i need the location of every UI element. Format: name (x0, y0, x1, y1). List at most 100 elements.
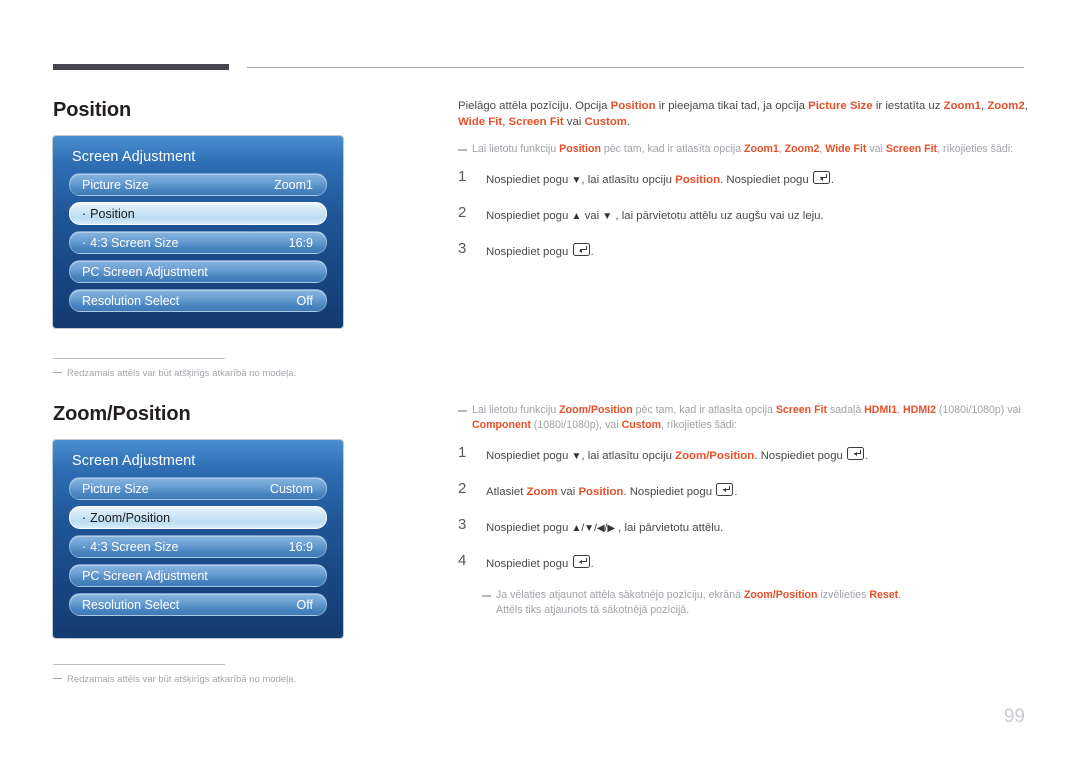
highlighted-term: Screen Fit (508, 115, 564, 128)
osd-row-value: Zoom1 (274, 177, 313, 192)
page-number: 99 (1003, 706, 1025, 727)
step-text: Atlasiet Zoom vai Position. Nospiediet p… (486, 483, 738, 498)
highlighted-term: Wide Fit (458, 115, 503, 128)
osd-row-pc-screen-adjustment[interactable]: PC Screen Adjustment (69, 564, 327, 587)
usage-note-text: Lai lietotu funkciju Zoom/Position pēc t… (472, 404, 1021, 431)
step-item: 1 Nospiediet pogu ▼, lai atlasītu opciju … (458, 444, 1028, 466)
highlighted-term: Wide Fit (825, 143, 867, 156)
step-text-run: vai (581, 210, 603, 223)
step-text-run: . (830, 174, 835, 187)
footnote-divider (53, 358, 225, 359)
step-text: Nospiediet pogu ▼, lai atlasītu opciju P… (486, 171, 835, 187)
reset-note: Ja vēlaties atjaunot attēla sākotnējo po… (482, 588, 1028, 618)
step-number: 2 (458, 480, 467, 497)
highlighted-term: Zoom1 (943, 100, 981, 112)
highlighted-term: Screen Fit (885, 143, 938, 156)
reset-note-text: Ja vēlaties atjaunot attēla sākotnējo po… (496, 589, 902, 601)
osd-row-label: · 4:3 Screen Size (82, 235, 179, 250)
step-text-run: , lai atlasītu opciju (581, 174, 676, 187)
footnote-label: Redzamais attēls var būt atšķirīgs atkar… (67, 368, 297, 379)
osd-panel-position: Screen Adjustment Picture Size Zoom1 · Posi… (53, 136, 343, 328)
osd-row-label: · Zoom/Position (82, 510, 171, 525)
step-text: Nospiediet pogu . (486, 555, 594, 570)
highlighted-term: Zoom (526, 486, 558, 498)
step-text: Nospiediet pogu . (486, 243, 594, 259)
body-column-position: Pielāgo attēla pozīciju. Opcija Position… (458, 99, 1028, 278)
osd-row-label: PC Screen Adjustment (82, 568, 208, 583)
osd-row-resolution-select[interactable]: Resolution Select Off (69, 593, 327, 616)
highlighted-term: Zoom2 (784, 143, 820, 156)
footnote-text: Redzamais attēls var būt atšķirīgs atkar… (53, 674, 296, 685)
bullet-icon: · (82, 510, 87, 525)
step-item: 1 Nospiediet pogu ▼, lai atlasītu opciju … (458, 168, 1028, 190)
enter-key-icon (847, 447, 865, 460)
osd-row-position[interactable]: · Position (69, 202, 327, 225)
usage-note: Lai lietotu funkciju Position pēc tam, k… (458, 142, 1028, 157)
highlighted-term: HDMI1 (864, 404, 898, 416)
footnote-position: Redzamais attēls var būt atšķirīgs atkar… (53, 358, 296, 379)
page-title-position: Position (53, 99, 132, 121)
step-text-run: . (590, 246, 594, 259)
bullet-icon: · (82, 206, 87, 221)
step-text-run: Nospiediet pogu (486, 174, 572, 187)
highlighted-term: Position (675, 174, 721, 187)
highlighted-term: Position (559, 143, 601, 156)
step-text-run: . (734, 486, 738, 498)
enter-key-icon (572, 243, 590, 257)
osd-row-resolution-select[interactable]: Resolution Select Off (69, 289, 327, 312)
osd-row-value: Off (296, 597, 313, 612)
osd-row-zoom-position[interactable]: · Zoom/Position (69, 506, 327, 529)
osd-row-picture-size[interactable]: Picture Size Custom (69, 477, 327, 500)
dash-icon (53, 677, 62, 679)
steps-list-position: 1 Nospiediet pogu ▼, lai atlasītu opciju … (458, 168, 1028, 262)
step-text-run: , lai pārvietotu attēlu. (615, 522, 724, 534)
osd-row-list: Picture Size Zoom1 · Position · 4:3 Screen Si… (53, 165, 343, 324)
footnote-text: Redzamais attēls var būt atšķirīgs atkar… (53, 368, 296, 379)
osd-panel-zoom-position: Screen Adjustment Picture Size Custom · Zoo… (53, 440, 343, 638)
manual-page: Position Screen Adjustment Picture Size Z… (0, 0, 1080, 763)
footnote-divider (53, 664, 225, 665)
osd-row-label: · 4:3 Screen Size (82, 539, 179, 554)
osd-row-list: Picture Size Custom · Zoom/Position · 4:3 Scr… (53, 469, 343, 628)
osd-row-value: Off (296, 293, 313, 308)
osd-row-pc-screen-adjustment[interactable]: PC Screen Adjustment (69, 260, 327, 283)
step-text-run: Nospiediet pogu (486, 246, 572, 259)
highlighted-term: Zoom/Position (675, 450, 755, 462)
step-text-run: , lai pārvietotu attēlu uz augšu vai uz … (612, 210, 824, 223)
arrow-key-icon: ▲ (571, 211, 582, 223)
bullet-icon: · (82, 235, 87, 250)
step-text-run: , lai atlasītu opciju (581, 450, 676, 462)
osd-row-value: 16:9 (288, 235, 313, 250)
highlighted-term: Zoom1 (744, 143, 779, 156)
steps-list-zoom-position: 1 Nospiediet pogu ▼, lai atlasītu opciju … (458, 444, 1028, 574)
step-number: 1 (458, 168, 467, 186)
usage-note: Lai lietotu funkciju Zoom/Position pēc t… (458, 403, 1028, 433)
enter-key-icon (716, 483, 734, 496)
osd-row-4-3-screen-size[interactable]: · 4:3 Screen Size 16:9 (69, 535, 327, 558)
highlighted-term: Component (472, 419, 531, 431)
osd-row-picture-size[interactable]: Picture Size Zoom1 (69, 173, 327, 196)
step-text-run: Nospiediet pogu (486, 558, 572, 570)
osd-row-4-3-screen-size[interactable]: · 4:3 Screen Size 16:9 (69, 231, 327, 254)
osd-panel-title: Screen Adjustment (72, 149, 196, 165)
step-text-run: . (590, 558, 594, 570)
osd-row-value: 16:9 (288, 539, 313, 554)
osd-row-label: Resolution Select (82, 597, 180, 612)
note-dash-icon (458, 410, 467, 412)
osd-row-label: Picture Size (82, 177, 149, 192)
note-dash-icon (458, 149, 467, 152)
arrow-key-icon: ▲/▼/◀/▶ (571, 523, 616, 534)
highlighted-term: Position (610, 100, 656, 112)
enter-key-icon (572, 555, 590, 568)
footnote-zoom-position: Redzamais attēls var būt atšķirīgs atkar… (53, 664, 296, 685)
step-text-run: . Nospiediet pogu (720, 174, 812, 187)
step-item: 2 Nospiediet pogu ▲ vai ▼ , lai pārvietot… (458, 204, 1028, 226)
step-text-run: Nospiediet pogu (486, 450, 572, 462)
arrow-key-icon: ▼ (602, 211, 613, 223)
step-text: Nospiediet pogu ▼, lai atlasītu opciju Z… (486, 447, 868, 462)
step-text-run: . Nospiediet pogu (623, 486, 716, 498)
arrow-key-icon: ▼ (571, 451, 582, 462)
osd-row-label: Picture Size (82, 481, 149, 496)
header-rule-thick (53, 64, 229, 70)
step-text-run: Atlasiet (486, 486, 527, 498)
